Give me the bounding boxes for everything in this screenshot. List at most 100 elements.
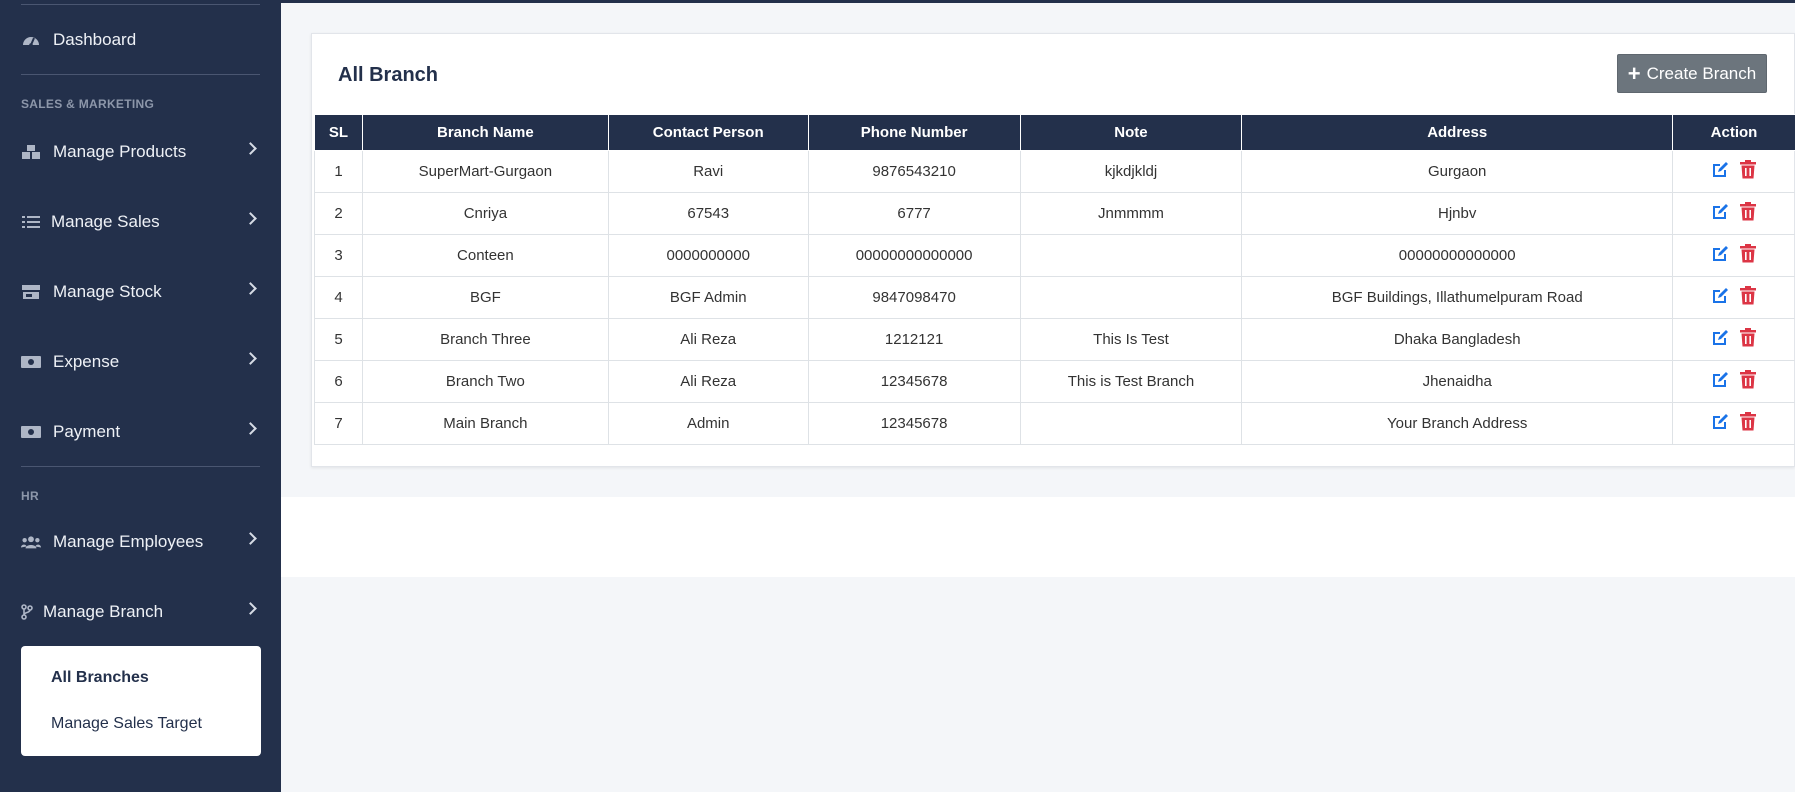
- cell-address: 00000000000000: [1241, 234, 1674, 277]
- cell-action: [1672, 150, 1795, 193]
- sidebar-item-payment[interactable]: Payment: [0, 412, 281, 452]
- cell-note: [1019, 276, 1243, 319]
- cell-contact-person: Admin: [607, 402, 809, 445]
- table-row: 5 Branch Three Ali Reza 1212121 This Is …: [314, 318, 1795, 361]
- trash-icon[interactable]: [1738, 286, 1758, 306]
- table-row: 3 Conteen 0000000000 00000000000000 0000…: [314, 234, 1795, 277]
- cell-note: This Is Test: [1019, 318, 1243, 361]
- sidebar-item-label: Dashboard: [53, 30, 137, 49]
- edit-icon[interactable]: [1710, 202, 1730, 222]
- branch-table: SL Branch Name Contact Person Phone Numb…: [314, 114, 1795, 445]
- cell-phone-number: 9847098470: [807, 276, 1021, 319]
- trash-icon[interactable]: [1738, 244, 1758, 264]
- chevron-right-icon: [244, 282, 257, 295]
- chevron-right-icon: [244, 422, 257, 435]
- cell-address: Gurgaon: [1241, 150, 1674, 193]
- cell-action: [1672, 276, 1795, 319]
- all-branch-card: All Branch + Create Branch SL Branch Nam…: [311, 33, 1795, 467]
- cell-note: [1019, 234, 1243, 277]
- sidebar-item-manage-branch[interactable]: Manage Branch: [0, 592, 281, 632]
- section-title-hr: HR: [21, 489, 39, 503]
- trash-icon[interactable]: [1738, 412, 1758, 432]
- trash-icon[interactable]: [1738, 202, 1758, 222]
- cell-sl: 6: [314, 360, 363, 403]
- money-icon: [21, 424, 41, 440]
- edit-icon[interactable]: [1710, 370, 1730, 390]
- create-branch-label: Create Branch: [1646, 63, 1757, 83]
- table-row: 1 SuperMart-Gurgaon Ravi 9876543210 kjkd…: [314, 150, 1795, 193]
- cell-sl: 3: [314, 234, 363, 277]
- sidebar-item-manage-stock[interactable]: Manage Stock: [0, 272, 281, 312]
- sidebar-item-label: Manage Products: [53, 142, 187, 161]
- sidebar-item-expense[interactable]: Expense: [0, 342, 281, 382]
- table-row: 6 Branch Two Ali Reza 12345678 This is T…: [314, 360, 1795, 403]
- sidebar-item-label: Manage Branch: [43, 602, 164, 621]
- submenu-item-all-branches[interactable]: All Branches: [51, 669, 149, 687]
- cell-branch-name: Cnriya: [361, 192, 609, 235]
- cell-note: [1019, 402, 1243, 445]
- sidebar-item-manage-products[interactable]: Manage Products: [0, 132, 281, 172]
- cell-action: [1672, 192, 1795, 235]
- trash-icon[interactable]: [1738, 370, 1758, 390]
- edit-icon[interactable]: [1710, 328, 1730, 348]
- table-row: 2 Cnriya 67543 6777 Jnmmmm Hjnbv: [314, 192, 1795, 235]
- cell-note: Jnmmmm: [1019, 192, 1243, 235]
- cell-action: [1672, 318, 1795, 361]
- column-header-note: Note: [1019, 114, 1243, 151]
- trash-icon[interactable]: [1738, 328, 1758, 348]
- sidebar: Dashboard SALES & MARKETING Manage Produ…: [0, 0, 281, 792]
- cell-sl: 4: [314, 276, 363, 319]
- cell-note: This is Test Branch: [1019, 360, 1243, 403]
- sidebar-item-label: Manage Employees: [53, 532, 204, 551]
- column-header-address: Address: [1241, 114, 1674, 151]
- sidebar-item-label: Manage Sales: [51, 212, 160, 231]
- page-title: All Branch: [338, 64, 439, 86]
- chevron-right-icon: [244, 142, 257, 155]
- cell-action: [1672, 234, 1795, 277]
- trash-icon[interactable]: [1738, 160, 1758, 180]
- cell-action: [1672, 402, 1795, 445]
- cell-contact-person: Ali Reza: [607, 360, 809, 403]
- edit-icon[interactable]: [1710, 412, 1730, 432]
- cell-branch-name: SuperMart-Gurgaon: [361, 150, 609, 193]
- cell-sl: 7: [314, 402, 363, 445]
- edit-icon[interactable]: [1710, 160, 1730, 180]
- cell-branch-name: Main Branch: [361, 402, 609, 445]
- submenu-item-manage-sales-target[interactable]: Manage Sales Target: [51, 715, 202, 733]
- cell-contact-person: Ali Reza: [607, 318, 809, 361]
- create-branch-button[interactable]: + Create Branch: [1617, 54, 1767, 93]
- edit-icon[interactable]: [1710, 286, 1730, 306]
- plus-icon: +: [1627, 60, 1641, 86]
- cell-address: Hjnbv: [1241, 192, 1674, 235]
- sidebar-item-dashboard[interactable]: Dashboard: [0, 20, 281, 60]
- table-row: 4 BGF BGF Admin 9847098470 BGF Buildings…: [314, 276, 1795, 319]
- cell-phone-number: 12345678: [807, 402, 1021, 445]
- cell-address: Dhaka Bangladesh: [1241, 318, 1674, 361]
- sidebar-item-manage-employees[interactable]: Manage Employees: [0, 522, 281, 562]
- cell-phone-number: 12345678: [807, 360, 1021, 403]
- cell-phone-number: 9876543210: [807, 150, 1021, 193]
- cell-address: BGF Buildings, Illathumelpuram Road: [1241, 276, 1674, 319]
- list-icon: [21, 214, 41, 230]
- chevron-right-icon: [244, 212, 257, 225]
- money-icon: [21, 354, 41, 370]
- chevron-right-icon: [244, 352, 257, 365]
- cell-phone-number: 00000000000000: [807, 234, 1021, 277]
- sidebar-divider: [21, 466, 260, 467]
- cell-branch-name: Conteen: [361, 234, 609, 277]
- cell-contact-person: 0000000000: [607, 234, 809, 277]
- cell-action: [1672, 360, 1795, 403]
- sidebar-item-label: Expense: [53, 352, 120, 371]
- edit-icon[interactable]: [1710, 244, 1730, 264]
- sidebar-item-manage-sales[interactable]: Manage Sales: [0, 202, 281, 242]
- users-icon: [21, 534, 41, 550]
- cell-contact-person: 67543: [607, 192, 809, 235]
- cell-sl: 1: [314, 150, 363, 193]
- cell-address: Your Branch Address: [1241, 402, 1674, 445]
- column-header-sl: SL: [314, 114, 363, 151]
- top-border: [281, 0, 1795, 3]
- table-row: 7 Main Branch Admin 12345678 Your Branch…: [314, 402, 1795, 445]
- cell-branch-name: BGF: [361, 276, 609, 319]
- cell-branch-name: Branch Two: [361, 360, 609, 403]
- table-header-row: SL Branch Name Contact Person Phone Numb…: [314, 114, 1795, 151]
